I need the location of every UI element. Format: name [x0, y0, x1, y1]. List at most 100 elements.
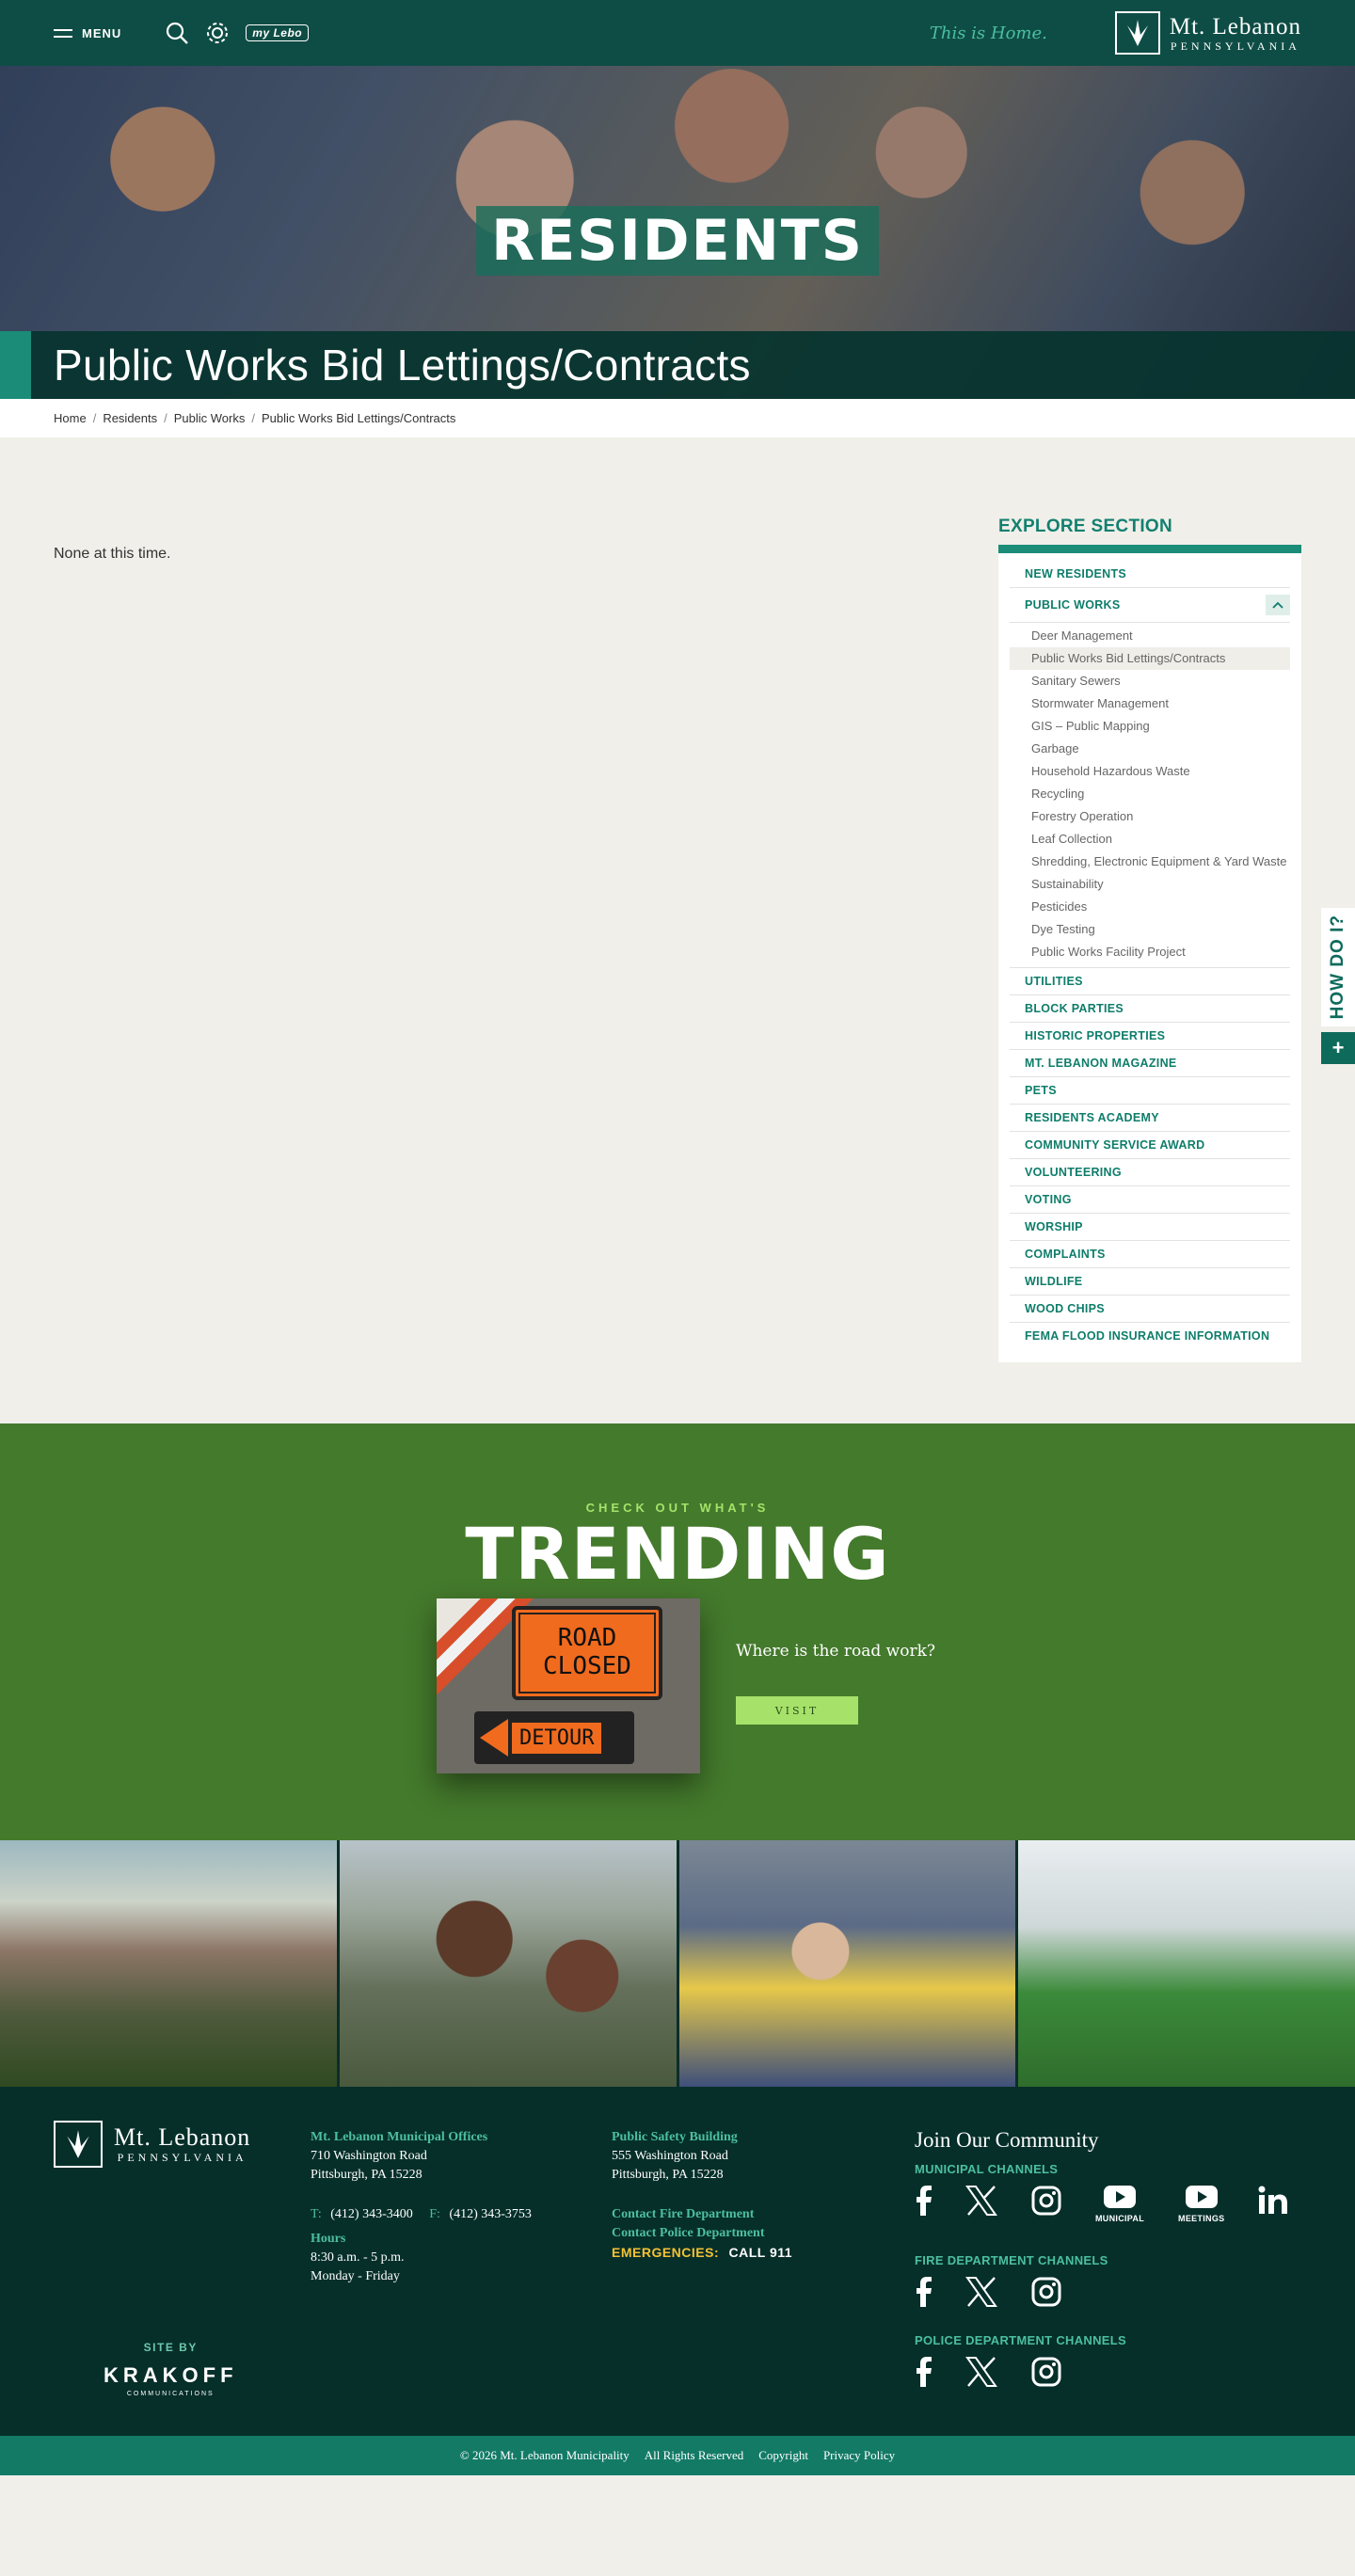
- submenu-item[interactable]: Shredding, Electronic Equipment & Yard W…: [1010, 851, 1290, 873]
- join-title: Join Our Community: [915, 2128, 1099, 2152]
- logo-state: PENNSYLVANIA: [1170, 39, 1300, 53]
- submenu-item[interactable]: Garbage: [1010, 738, 1290, 760]
- sidebar-title: EXPLORE SECTION: [998, 517, 1301, 553]
- sidebar-item-magazine[interactable]: MT. LEBANON MAGAZINE: [1010, 1050, 1290, 1077]
- submenu-item[interactable]: Dye Testing: [1010, 918, 1290, 941]
- sidebar-item-complaints[interactable]: COMPLAINTS: [1010, 1241, 1290, 1268]
- contact-police-link[interactable]: Contact Police Department: [612, 2224, 792, 2243]
- submenu-item[interactable]: Leaf Collection: [1010, 828, 1290, 851]
- youtube-municipal-icon[interactable]: MUNICIPAL: [1095, 2186, 1144, 2223]
- detour-sign: DETOUR: [474, 1711, 634, 1764]
- submenu-item[interactable]: Public Works Facility Project: [1010, 941, 1290, 963]
- contact-fire-link[interactable]: Contact Fire Department: [612, 2205, 792, 2224]
- youtube-municipal-label: MUNICIPAL: [1095, 2214, 1145, 2223]
- submenu-item[interactable]: GIS – Public Mapping: [1010, 715, 1290, 738]
- detour-label: DETOUR: [512, 1722, 602, 1754]
- krakoff-logo: KRAKOFF: [104, 2363, 238, 2387]
- sidebar-item-community-service-award[interactable]: COMMUNITY SERVICE AWARD: [1010, 1132, 1290, 1159]
- fax-number: (412) 343-3753: [449, 2207, 532, 2221]
- site-by-label: SITE BY: [143, 2341, 198, 2354]
- privacy-policy-link[interactable]: Privacy Policy: [823, 2448, 895, 2463]
- copyright-link[interactable]: Copyright: [758, 2448, 808, 2463]
- menu-button[interactable]: MENU: [54, 26, 121, 40]
- submenu-item[interactable]: Household Hazardous Waste: [1010, 760, 1290, 783]
- social-channels: Join Our Community MUNICIPAL CHANNELS MU…: [915, 2128, 1288, 2404]
- police-instagram-icon[interactable]: [1031, 2357, 1061, 2387]
- police-channels-label: POLICE DEPARTMENT CHANNELS: [915, 2333, 1126, 2347]
- sidebar-item-wildlife[interactable]: WILDLIFE: [1010, 1268, 1290, 1296]
- sidebar-item-worship[interactable]: WORSHIP: [1010, 1214, 1290, 1241]
- sidebar-item-new-residents[interactable]: NEW RESIDENTS: [1010, 561, 1290, 588]
- sidebar-item-wood-chips[interactable]: WOOD CHIPS: [1010, 1296, 1290, 1323]
- site-header: MENU my Lebo This is Home. Mt. Lebanon P…: [0, 0, 1355, 66]
- sidebar-item-utilities[interactable]: UTILITIES: [1010, 968, 1290, 995]
- emergencies-value: CALL 911: [728, 2245, 793, 2260]
- submenu-item[interactable]: Sanitary Sewers: [1010, 670, 1290, 692]
- search-icon[interactable]: [165, 21, 189, 45]
- phone-link[interactable]: (412) 343-3400: [330, 2207, 413, 2221]
- youtube-meetings-icon[interactable]: MEETINGS: [1178, 2186, 1224, 2223]
- safety-heading: Public Safety Building: [612, 2130, 738, 2144]
- breadcrumb-home[interactable]: Home: [54, 411, 87, 425]
- sidebar-item-volunteering[interactable]: VOLUNTEERING: [1010, 1159, 1290, 1186]
- hamburger-icon: [54, 28, 72, 38]
- fire-instagram-icon[interactable]: [1031, 2277, 1061, 2307]
- fire-x-twitter-icon[interactable]: [965, 2277, 997, 2307]
- police-x-twitter-icon[interactable]: [965, 2357, 997, 2387]
- sidebar-item-fema-flood-insurance[interactable]: FEMA FLOOD INSURANCE INFORMATION: [1010, 1323, 1290, 1349]
- hours-label: Hours: [311, 2232, 346, 2246]
- sidebar-item-voting[interactable]: VOTING: [1010, 1186, 1290, 1214]
- fire-facebook-icon[interactable]: [915, 2277, 932, 2307]
- youtube-meetings-label: MEETINGS: [1178, 2214, 1225, 2223]
- photo-soccer: [1018, 1840, 1355, 2087]
- breadcrumb-residents[interactable]: Residents: [103, 411, 157, 425]
- municipal-address-1: 710 Washington Road: [311, 2149, 427, 2163]
- submenu-item-active[interactable]: Public Works Bid Lettings/Contracts: [1010, 647, 1290, 670]
- trending-image[interactable]: ROAD CLOSED DETOUR: [437, 1598, 700, 1773]
- x-twitter-icon[interactable]: [965, 2186, 997, 2216]
- footer-logo-name: Mt. Lebanon: [114, 2123, 251, 2151]
- how-do-i-tab[interactable]: HOW DO I? +: [1321, 908, 1355, 1064]
- visit-button[interactable]: VISIT: [736, 1696, 858, 1725]
- photo-crowd: [678, 1840, 1019, 2087]
- chevron-up-icon[interactable]: [1266, 595, 1290, 615]
- sidebar-item-historic-properties[interactable]: HISTORIC PROPERTIES: [1010, 1023, 1290, 1050]
- explore-section-sidebar: EXPLORE SECTION NEW RESIDENTS PUBLIC WOR…: [998, 517, 1301, 1362]
- sidebar-item-block-parties[interactable]: BLOCK PARTIES: [1010, 995, 1290, 1023]
- submenu-item[interactable]: Deer Management: [1010, 625, 1290, 647]
- linkedin-icon[interactable]: [1258, 2186, 1288, 2214]
- submenu-item[interactable]: Forestry Operation: [1010, 805, 1290, 828]
- site-by-credit[interactable]: SITE BY KRAKOFF COMMUNICATIONS: [104, 2341, 238, 2397]
- sign-line-1: ROAD: [557, 1624, 617, 1653]
- sidebar-item-public-works[interactable]: PUBLIC WORKS: [1010, 588, 1290, 623]
- emergencies-label: EMERGENCIES:: [612, 2245, 720, 2260]
- public-safety-info: Public Safety Building 555 Washington Ro…: [612, 2128, 792, 2262]
- municipal-heading: Mt. Lebanon Municipal Offices: [311, 2130, 488, 2144]
- site-logo[interactable]: Mt. Lebanon PENNSYLVANIA: [1114, 11, 1301, 55]
- municipal-offices-info: Mt. Lebanon Municipal Offices 710 Washin…: [311, 2128, 532, 2286]
- police-facebook-icon[interactable]: [915, 2357, 932, 2387]
- road-closed-sign: ROAD CLOSED: [512, 1606, 662, 1700]
- submenu-item[interactable]: Stormwater Management: [1010, 692, 1290, 715]
- breadcrumb-current: Public Works Bid Lettings/Contracts: [262, 411, 456, 425]
- instagram-icon[interactable]: [1031, 2186, 1061, 2216]
- safety-address-2: Pittsburgh, PA 15228: [612, 2168, 724, 2182]
- submenu-item[interactable]: Pesticides: [1010, 896, 1290, 918]
- gear-icon[interactable]: [204, 20, 231, 46]
- sign-line-2: CLOSED: [543, 1652, 631, 1680]
- plus-icon[interactable]: +: [1321, 1032, 1355, 1064]
- sidebar-item-pets[interactable]: PETS: [1010, 1077, 1290, 1105]
- footer-logo[interactable]: Mt. Lebanon PENNSYLVANIA: [54, 2121, 250, 2168]
- breadcrumb-public-works[interactable]: Public Works: [174, 411, 246, 425]
- tagline: This is Home.: [929, 23, 1047, 43]
- sidebar-submenu: Deer Management Public Works Bid Letting…: [1010, 623, 1290, 968]
- facebook-icon[interactable]: [915, 2186, 932, 2216]
- submenu-item[interactable]: Sustainability: [1010, 873, 1290, 896]
- body-text: None at this time.: [54, 546, 171, 562]
- sidebar-item-residents-academy[interactable]: RESIDENTS ACADEMY: [1010, 1105, 1290, 1132]
- fax-label: F:: [429, 2207, 440, 2221]
- site-footer: Mt. Lebanon PENNSYLVANIA Mt. Lebanon Mun…: [0, 2087, 1355, 2475]
- submenu-item[interactable]: Recycling: [1010, 783, 1290, 805]
- mylebo-button[interactable]: my Lebo: [246, 24, 310, 41]
- photo-kids-easter: [339, 1840, 679, 2087]
